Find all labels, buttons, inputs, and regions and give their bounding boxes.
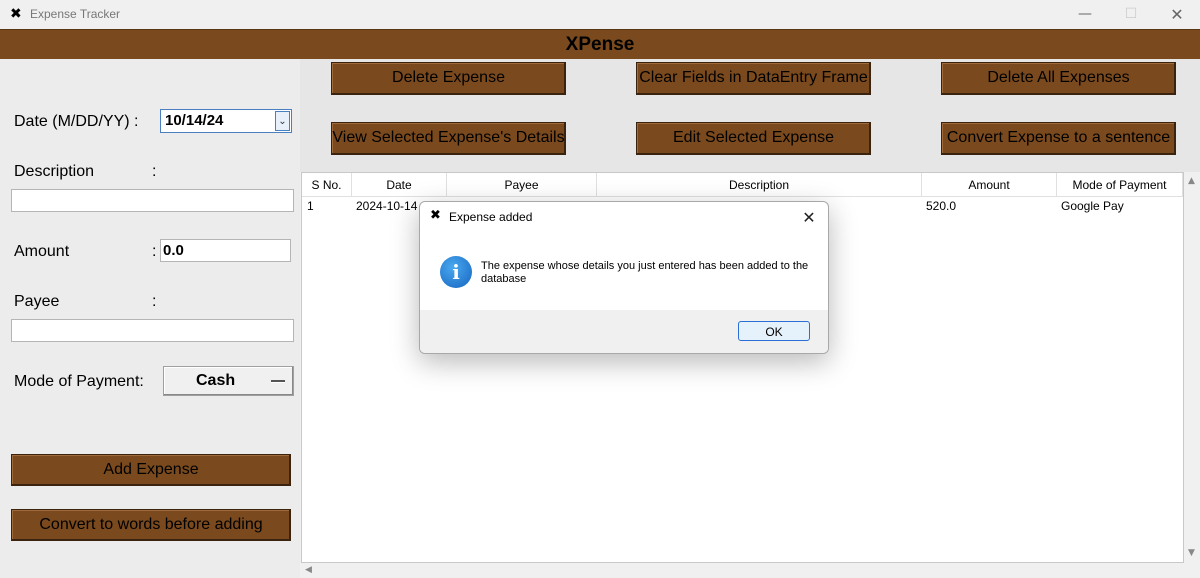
- mode-of-payment-value: Cash: [196, 372, 236, 389]
- dialog-footer: OK: [420, 310, 828, 353]
- payee-field[interactable]: [11, 319, 294, 342]
- date-value: 10/14/24: [165, 112, 224, 129]
- amount-label: Amount: [14, 243, 70, 260]
- cell-amount: 520.0: [926, 199, 957, 213]
- convert-to-sentence-button[interactable]: Convert Expense to a sentence: [941, 122, 1176, 155]
- description-colon: :: [152, 163, 157, 180]
- delete-expense-button[interactable]: Delete Expense: [331, 62, 566, 95]
- edit-expense-button[interactable]: Edit Selected Expense: [636, 122, 871, 155]
- mode-of-payment-label: Mode of Payment:: [14, 373, 144, 390]
- info-icon: i: [440, 256, 472, 288]
- cell-sno: 1: [307, 199, 314, 213]
- delete-all-expenses-button[interactable]: Delete All Expenses: [941, 62, 1176, 95]
- date-dropdown-button[interactable]: ⌄: [275, 111, 290, 131]
- cell-date: 2024-10-14: [356, 199, 418, 213]
- horizontal-scrollbar[interactable]: ◀: [301, 563, 1184, 578]
- column-header-payee[interactable]: Payee: [447, 173, 597, 197]
- column-header-amount[interactable]: Amount: [922, 173, 1057, 197]
- column-header-mode[interactable]: Mode of Payment: [1057, 173, 1183, 197]
- close-window-button[interactable]: ✕: [1154, 0, 1200, 28]
- window-title: Expense Tracker: [30, 7, 121, 21]
- scroll-down-arrow-icon[interactable]: ▼: [1188, 548, 1195, 558]
- date-label: Date (M/DD/YY) :: [14, 113, 139, 130]
- column-header-description[interactable]: Description: [597, 173, 922, 197]
- window-titlebar: ✖ Expense Tracker — ☐ ✕: [0, 0, 1200, 28]
- column-header-date[interactable]: Date: [352, 173, 447, 197]
- ok-button[interactable]: OK: [738, 321, 810, 341]
- expense-added-dialog: ✖ Expense added ✕ i The expense whose de…: [419, 201, 829, 354]
- banner-title: XPense: [565, 34, 635, 55]
- amount-field[interactable]: 0.0: [160, 239, 291, 262]
- scroll-up-arrow-icon[interactable]: ▲: [1188, 176, 1195, 186]
- maximize-button[interactable]: ☐: [1108, 0, 1154, 28]
- payee-colon: :: [152, 293, 157, 310]
- amount-colon: :: [152, 243, 157, 260]
- description-label: Description: [14, 163, 95, 180]
- scroll-left-arrow-icon[interactable]: ◀: [305, 565, 312, 575]
- view-details-button[interactable]: View Selected Expense's Details: [331, 122, 566, 155]
- description-field[interactable]: [11, 189, 294, 212]
- date-entry[interactable]: 10/14/24 ⌄: [160, 109, 292, 133]
- amount-value: 0.0: [163, 242, 184, 259]
- app-banner: XPense: [0, 29, 1200, 60]
- payee-label: Payee: [14, 293, 60, 310]
- app-x-icon: ✖: [10, 6, 22, 22]
- option-menu-indicator-icon: [271, 380, 285, 382]
- convert-to-words-button[interactable]: Convert to words before adding: [11, 509, 291, 541]
- add-expense-button[interactable]: Add Expense: [11, 454, 291, 486]
- cell-mode: Google Pay: [1061, 199, 1124, 213]
- dialog-close-button[interactable]: ✕: [796, 205, 822, 229]
- dialog-message: The expense whose details you just enter…: [481, 260, 809, 285]
- minimize-button[interactable]: —: [1062, 0, 1108, 28]
- dialog-title: Expense added: [449, 210, 533, 224]
- mode-of-payment-menu[interactable]: Cash: [163, 366, 294, 396]
- clear-fields-button[interactable]: Clear Fields in DataEntry Frame: [636, 62, 871, 95]
- column-header-sno[interactable]: S No.: [302, 173, 352, 197]
- dialog-app-icon: ✖: [430, 208, 441, 223]
- vertical-scrollbar[interactable]: ▲ ▼: [1184, 172, 1200, 563]
